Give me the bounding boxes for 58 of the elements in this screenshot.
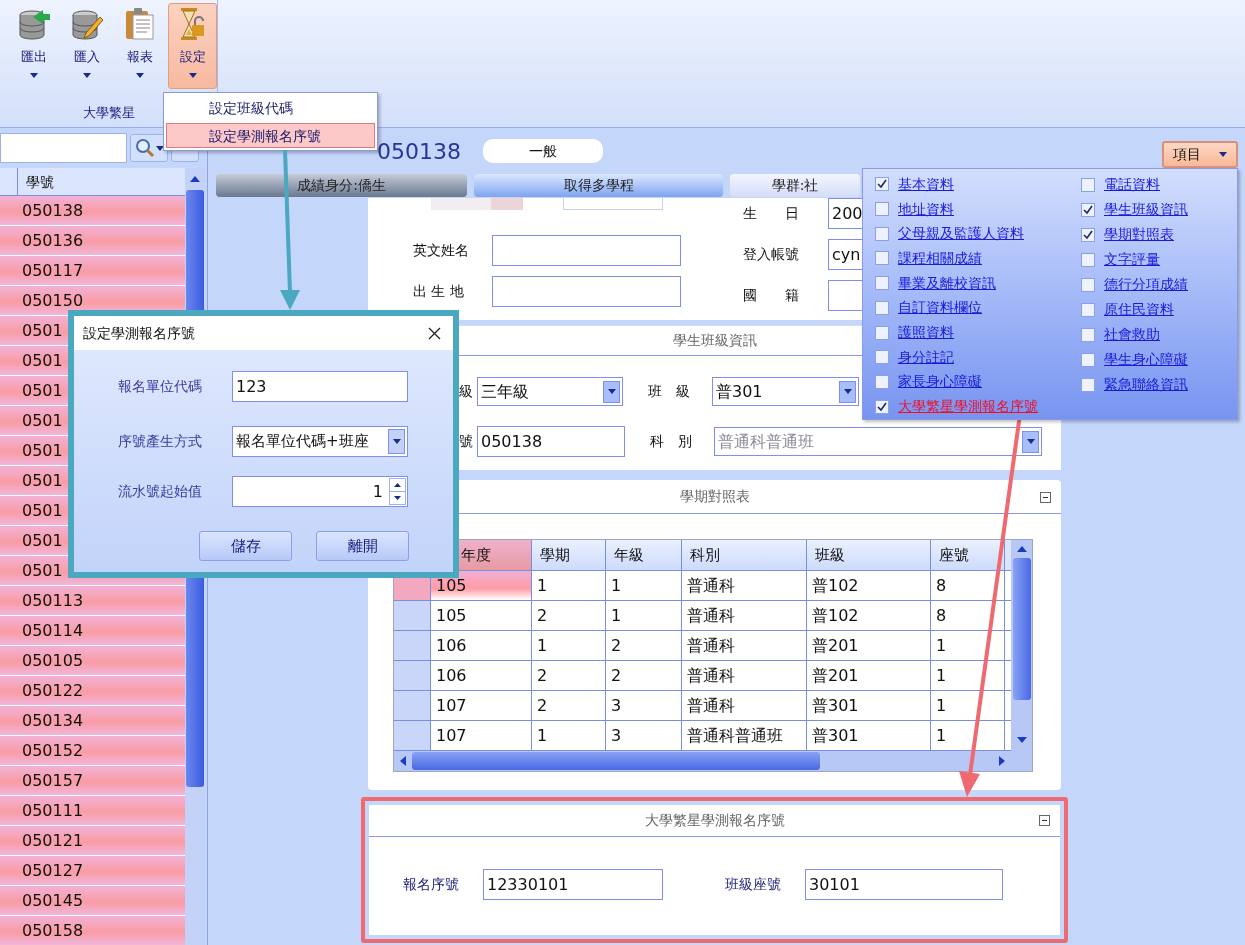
table-cell: 107 (431, 721, 532, 750)
table-cell: 1 (606, 601, 682, 630)
table-cell: 2 (532, 601, 606, 630)
field-label: 登入帳號 (743, 245, 800, 264)
table-cell: 普201 (807, 661, 931, 690)
table-cell: 1 (606, 571, 682, 600)
section-title: 學期對照表 (679, 487, 750, 506)
field-label: 班級座號 (725, 875, 782, 894)
table-cell: 1 (931, 721, 1005, 750)
field-label: 級 (459, 382, 474, 401)
table-cell: 普102 (807, 601, 931, 630)
field-label: 生 日 (743, 204, 800, 223)
table-cell: 106 (431, 631, 532, 660)
table-cell: 1 (931, 661, 1005, 690)
table-cell: 普201 (807, 631, 931, 660)
column-header: 學號 (25, 173, 54, 192)
table-cell: 普通科 (682, 691, 807, 720)
field-label: 班 級 (648, 382, 691, 401)
section-title: 學生班級資訊 (672, 331, 757, 350)
table-cell: 1 (931, 691, 1005, 720)
table-cell: 普301 (807, 691, 931, 720)
table-cell: 107 (431, 691, 532, 720)
table-cell: 普通科普通班 (682, 721, 807, 750)
field-label: 國 籍 (743, 286, 800, 305)
table-cell: 普通科 (682, 601, 807, 630)
field-label: 序號產生方式 (118, 432, 203, 451)
table-cell: 普301 (807, 721, 931, 750)
table-cell: 8 (931, 601, 1005, 630)
field-label: 報名單位代碼 (118, 377, 203, 396)
table-cell: 普102 (807, 571, 931, 600)
field-label: 號 (459, 432, 474, 451)
section-title: 大學繁星學測報名序號 (644, 811, 785, 830)
field-label: 流水號起始值 (118, 482, 203, 501)
table-cell: 106 (431, 661, 532, 690)
table-cell: 2 (606, 631, 682, 660)
table-cell: 105 (431, 571, 532, 600)
table-cell: 1 (532, 571, 606, 600)
table-cell: 105 (431, 601, 532, 630)
record-title: 050138 (377, 137, 461, 166)
table-cell: 普通科 (682, 661, 807, 690)
table-cell: 2 (532, 661, 606, 690)
group-label: 大學繁星 (82, 104, 135, 122)
table-cell: 1 (532, 631, 606, 660)
field-label: 英文姓名 (413, 241, 470, 260)
table-cell: 2 (606, 661, 682, 690)
table-cell: 普通科 (682, 631, 807, 660)
table-cell: 3 (606, 691, 682, 720)
field-label: 報名序號 (403, 875, 460, 894)
table-cell: 2 (532, 691, 606, 720)
table-cell: 1 (532, 721, 606, 750)
field-label: 出 生 地 (413, 282, 465, 301)
status-badge: 一般 (483, 139, 603, 163)
table-cell: 普通科 (682, 571, 807, 600)
field-label: 科 別 (650, 432, 693, 451)
dialog-title: 設定學測報名序號 (83, 323, 195, 343)
table-cell: 1 (931, 631, 1005, 660)
table-cell: 8 (931, 571, 1005, 600)
table-cell: 3 (606, 721, 682, 750)
